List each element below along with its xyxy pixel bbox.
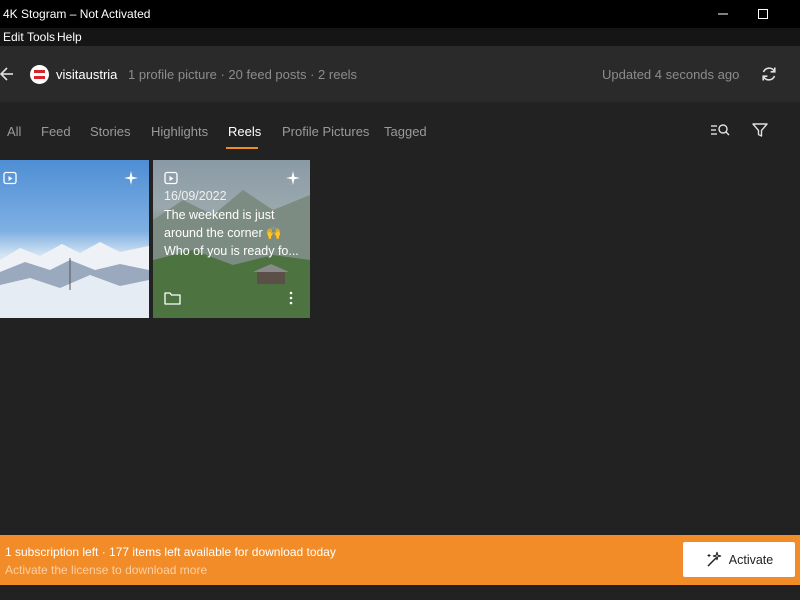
more-vertical-icon[interactable] — [287, 291, 295, 305]
magic-wand-icon — [707, 551, 721, 567]
close-button[interactable] — [760, 0, 800, 28]
reel-card[interactable] — [0, 160, 149, 318]
profile-stats: 1 profile picture · 20 feed posts · 2 re… — [128, 67, 358, 82]
austria-flag-icon — [34, 70, 45, 79]
arrow-left-icon[interactable] — [0, 65, 16, 83]
refresh-icon[interactable] — [759, 64, 779, 84]
menu-bar: Edit Tools Help — [0, 28, 800, 46]
tab-bar: All Feed Stories Highlights Reels Profil… — [0, 102, 800, 152]
banner-message: 1 subscription left · 177 items left ava… — [5, 545, 336, 559]
menu-help[interactable]: Help — [57, 30, 82, 44]
bottom-strip — [0, 585, 800, 600]
reel-caption-line: Who of you is ready fo... — [164, 244, 299, 258]
tab-highlights[interactable]: Highlights — [151, 124, 208, 139]
reel-icon — [164, 171, 178, 185]
tab-stories[interactable]: Stories — [90, 124, 130, 139]
tab-feed[interactable]: Feed — [41, 124, 71, 139]
search-list-icon[interactable] — [710, 121, 730, 139]
updated-status: Updated 4 seconds ago — [602, 67, 740, 82]
activation-banner: 1 subscription left · 177 items left ava… — [0, 535, 800, 585]
sparkle-icon[interactable] — [286, 171, 300, 185]
tab-all[interactable]: All — [7, 124, 21, 139]
reel-caption: The weekend is just around the corner 🙌 … — [164, 206, 306, 260]
reel-icon — [3, 171, 17, 185]
tab-tagged[interactable]: Tagged — [384, 124, 427, 139]
active-tab-indicator — [226, 147, 258, 149]
minimize-icon — [718, 13, 728, 15]
filter-icon[interactable] — [751, 121, 771, 139]
tab-reels[interactable]: Reels — [228, 124, 261, 139]
profile-username[interactable]: visitaustria — [56, 67, 117, 82]
reel-card[interactable]: 16/09/2022 The weekend is just around th… — [153, 160, 310, 318]
reel-caption-line: The weekend is just — [164, 208, 275, 222]
avatar[interactable] — [30, 65, 49, 84]
activate-button-label: Activate — [728, 552, 774, 567]
window-titlebar: 4K Stogram – Not Activated — [0, 0, 800, 28]
menu-edit[interactable]: Edit — [3, 30, 24, 44]
banner-submessage: Activate the license to download more — [5, 563, 208, 577]
folder-icon[interactable] — [164, 291, 181, 305]
window-title: 4K Stogram – Not Activated — [3, 7, 151, 21]
sparkle-icon[interactable] — [124, 171, 138, 185]
reel-caption-line: around the corner 🙌 — [164, 226, 282, 240]
activate-button[interactable]: Activate — [683, 542, 795, 577]
profile-header: visitaustria 1 profile picture · 20 feed… — [0, 46, 800, 102]
tab-profile-pictures[interactable]: Profile Pictures — [282, 124, 369, 139]
menu-tools[interactable]: Tools — [27, 30, 55, 44]
reel-date: 16/09/2022 — [164, 189, 227, 203]
